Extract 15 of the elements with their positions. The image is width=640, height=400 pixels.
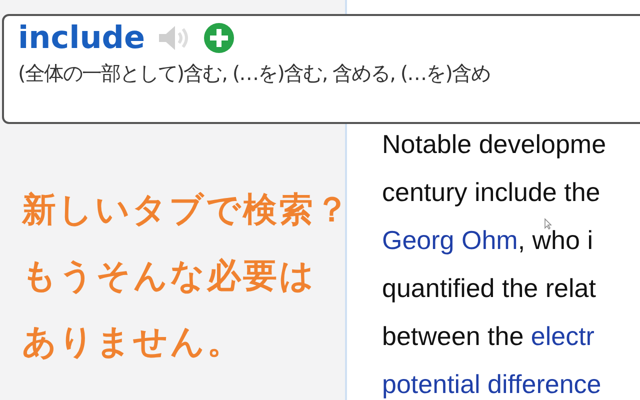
article-text: Notable developme <box>382 128 606 161</box>
article-text: , who i <box>518 225 593 255</box>
promo-text: もうそんな必要は <box>22 255 317 298</box>
article-text: century include the <box>382 176 600 209</box>
article-link[interactable]: Georg Ohm <box>382 225 518 255</box>
article-text: between the <box>382 321 525 351</box>
promo-text: 新しいタブで検索？ <box>22 189 345 232</box>
popup-definition: (全体の一部として)含む, (…を)含む, 含める, (…を)含め <box>17 60 490 87</box>
promo-text: ありません。 <box>22 321 244 364</box>
popup-word: include <box>18 19 145 58</box>
article-link[interactable]: electr <box>530 321 594 351</box>
cursor-icon <box>544 218 552 230</box>
article-text: quantified the relat <box>382 272 596 305</box>
article-link[interactable]: potential difference <box>382 369 602 399</box>
add-icon[interactable] <box>202 22 235 54</box>
